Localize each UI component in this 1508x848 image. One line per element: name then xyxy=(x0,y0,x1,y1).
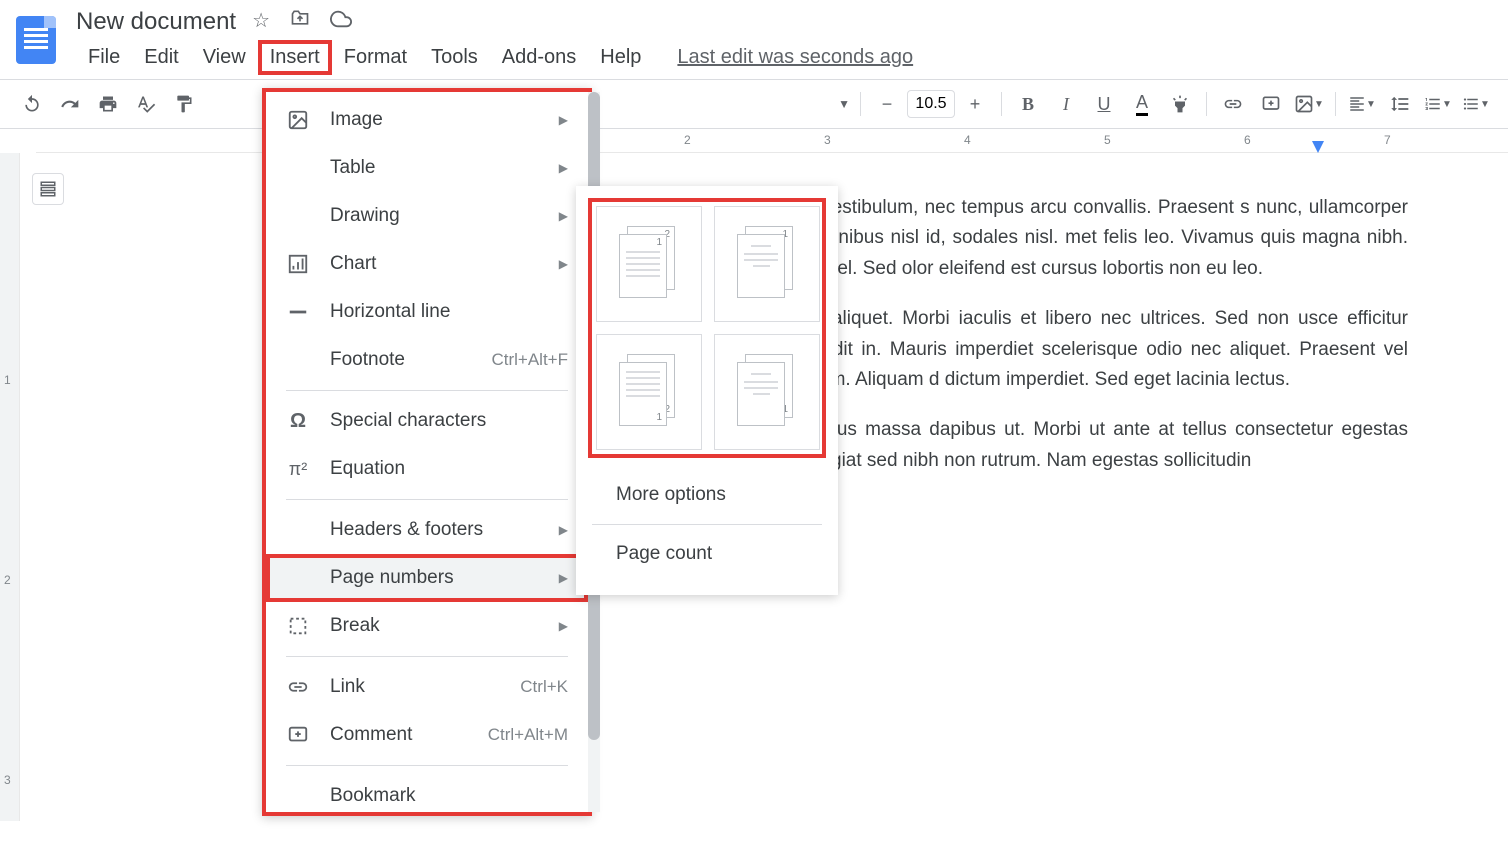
toolbar: ▼ − + B I U A ▼ ▼ ▼ ▼ xyxy=(0,79,1508,129)
ruler-indent-marker[interactable] xyxy=(1312,141,1324,153)
menu-option-link[interactable]: Link Ctrl+K xyxy=(266,663,588,711)
submenu-arrow-icon: ▶ xyxy=(559,619,568,633)
horizontal-ruler[interactable]: 2 3 4 5 6 7 xyxy=(36,129,1508,153)
docs-logo[interactable] xyxy=(16,16,56,64)
link-icon xyxy=(286,675,310,699)
menu-option-page-numbers[interactable]: Page numbers ▶ xyxy=(266,554,588,602)
submenu-arrow-icon: ▶ xyxy=(559,209,568,223)
font-size-increase[interactable]: + xyxy=(959,88,991,120)
menu-tools[interactable]: Tools xyxy=(419,40,490,75)
highlight-button[interactable] xyxy=(1164,88,1196,120)
bookmark-icon xyxy=(286,784,310,808)
page-number-top-right-skip-first[interactable]: 1 xyxy=(714,206,820,322)
menu-option-break[interactable]: Break ▶ xyxy=(266,602,588,650)
headers-footers-icon xyxy=(286,518,310,542)
star-icon[interactable]: ☆ xyxy=(252,8,270,36)
menu-option-image[interactable]: Image ▶ xyxy=(266,96,588,144)
break-icon xyxy=(286,614,310,638)
menu-option-bookmark[interactable]: Bookmark xyxy=(266,772,588,808)
insert-menu-dropdown: Image ▶ Table ▶ Drawing ▶ Chart ▶ Horizo… xyxy=(262,88,592,816)
move-icon[interactable] xyxy=(290,8,310,36)
table-icon xyxy=(286,156,310,180)
page-numbers-icon xyxy=(286,566,310,590)
menu-option-chart[interactable]: Chart ▶ xyxy=(266,240,588,288)
menu-view[interactable]: View xyxy=(191,40,258,75)
bulleted-list-button[interactable]: ▼ xyxy=(1460,88,1492,120)
submenu-page-count[interactable]: Page count xyxy=(592,529,822,579)
drawing-icon xyxy=(286,204,310,228)
undo-button[interactable] xyxy=(16,88,48,120)
bold-button[interactable]: B xyxy=(1012,88,1044,120)
font-size-decrease[interactable]: − xyxy=(871,88,903,120)
outline-toggle-icon[interactable] xyxy=(32,173,64,205)
page-number-bottom-right[interactable]: 2 1 xyxy=(596,334,702,450)
menu-option-equation[interactable]: π² Equation xyxy=(266,445,588,493)
numbered-list-button[interactable]: ▼ xyxy=(1422,88,1454,120)
styles-dropdown[interactable]: ▼ xyxy=(838,97,850,111)
last-edit-link[interactable]: Last edit was seconds ago xyxy=(677,46,913,69)
paint-format-button[interactable] xyxy=(168,88,200,120)
text-color-button[interactable]: A xyxy=(1126,88,1158,120)
footnote-icon xyxy=(286,348,310,372)
chart-icon xyxy=(286,252,310,276)
menu-option-horizontal-line[interactable]: Horizontal line xyxy=(266,288,588,336)
submenu-arrow-icon: ▶ xyxy=(559,113,568,127)
line-spacing-button[interactable] xyxy=(1384,88,1416,120)
align-button[interactable]: ▼ xyxy=(1346,88,1378,120)
vertical-ruler[interactable]: 1 2 3 xyxy=(0,153,20,821)
menu-option-drawing[interactable]: Drawing ▶ xyxy=(266,192,588,240)
document-title[interactable]: New document xyxy=(76,8,236,36)
menu-file[interactable]: File xyxy=(76,40,132,75)
print-button[interactable] xyxy=(92,88,124,120)
equation-icon: π² xyxy=(286,457,310,481)
menu-insert[interactable]: Insert xyxy=(258,40,332,75)
underline-button[interactable]: U xyxy=(1088,88,1120,120)
horizontal-line-icon xyxy=(286,300,310,324)
menu-help[interactable]: Help xyxy=(588,40,653,75)
comment-icon xyxy=(286,723,310,747)
insert-link-button[interactable] xyxy=(1217,88,1249,120)
italic-button[interactable]: I xyxy=(1050,88,1082,120)
menu-edit[interactable]: Edit xyxy=(132,40,190,75)
spellcheck-button[interactable] xyxy=(130,88,162,120)
page-number-bottom-right-skip-first[interactable]: 1 xyxy=(714,334,820,450)
page-number-top-right[interactable]: 2 1 xyxy=(596,206,702,322)
menu-addons[interactable]: Add-ons xyxy=(490,40,589,75)
menu-option-footnote[interactable]: Footnote Ctrl+Alt+F xyxy=(266,336,588,384)
page-numbers-submenu: 2 1 1 2 1 xyxy=(576,186,838,595)
menu-format[interactable]: Format xyxy=(332,40,419,75)
menu-option-table[interactable]: Table ▶ xyxy=(266,144,588,192)
submenu-arrow-icon: ▶ xyxy=(559,161,568,175)
insert-image-button[interactable]: ▼ xyxy=(1293,88,1325,120)
menu-option-headers-footers[interactable]: Headers & footers ▶ xyxy=(266,506,588,554)
insert-comment-button[interactable] xyxy=(1255,88,1287,120)
omega-icon: Ω xyxy=(286,409,310,433)
menu-option-comment[interactable]: Comment Ctrl+Alt+M xyxy=(266,711,588,759)
font-size-input[interactable] xyxy=(907,90,955,118)
submenu-arrow-icon: ▶ xyxy=(559,257,568,271)
cloud-status-icon[interactable] xyxy=(330,8,352,36)
menu-option-special-characters[interactable]: Ω Special characters xyxy=(266,397,588,445)
submenu-arrow-icon: ▶ xyxy=(559,523,568,537)
submenu-arrow-icon: ▶ xyxy=(559,571,568,585)
image-icon xyxy=(286,108,310,132)
submenu-more-options[interactable]: More options xyxy=(592,470,822,520)
redo-button[interactable] xyxy=(54,88,86,120)
